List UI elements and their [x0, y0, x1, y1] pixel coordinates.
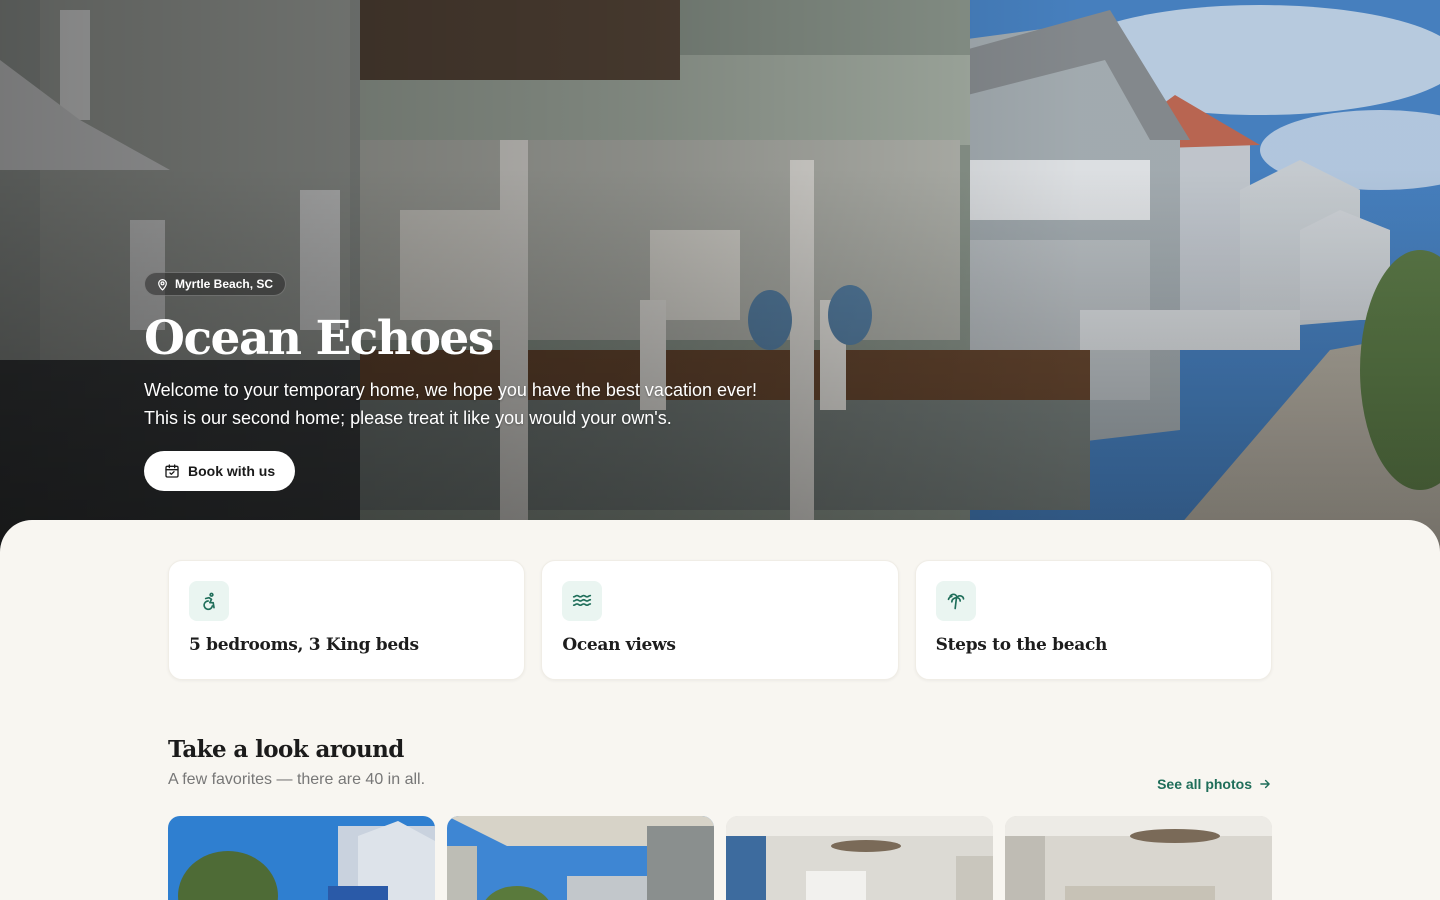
gallery-subtitle: A few favorites — there are 40 in all.	[168, 771, 426, 788]
hero-description-line2: This is our second home; please treat it…	[144, 408, 672, 428]
gallery-photo[interactable]	[1005, 816, 1272, 900]
gallery-photo[interactable]	[168, 816, 435, 900]
feature-icon-container	[562, 581, 603, 621]
feature-icon-container	[935, 581, 976, 621]
calendar-check-icon	[165, 464, 179, 478]
content-sheet: 5 bedrooms, 3 King beds Ocean views Step…	[0, 520, 1440, 900]
hero-description: Welcome to your temporary home, we hope …	[144, 376, 904, 432]
feature-label: Steps to the beach	[935, 635, 1108, 655]
property-title: Ocean Echoes	[144, 311, 494, 366]
hero-content: Myrtle Beach, SC Ocean Echoes Welcome to…	[144, 272, 904, 491]
feature-icon-container	[189, 581, 229, 621]
feature-label: Ocean views	[562, 635, 676, 655]
hero-description-line1: Welcome to your temporary home, we hope …	[144, 380, 757, 400]
gallery-photo[interactable]	[447, 816, 714, 900]
feature-label: 5 bedrooms, 3 King beds	[189, 635, 419, 655]
book-with-us-button[interactable]: Book with us	[144, 451, 296, 491]
gallery-title: Take a look around	[168, 736, 404, 763]
gallery-header: Take a look around A few favorites — the…	[168, 736, 1272, 792]
map-pin-icon	[158, 278, 167, 291]
feature-card-bedrooms: 5 bedrooms, 3 King beds	[168, 560, 526, 680]
see-all-photos-link[interactable]: See all photos	[1157, 776, 1272, 792]
location-badge: Myrtle Beach, SC	[144, 272, 287, 296]
feature-cards: 5 bedrooms, 3 King beds Ocean views Step…	[168, 560, 1272, 680]
location-text: Myrtle Beach, SC	[175, 277, 274, 291]
feature-card-beach: Steps to the beach	[914, 560, 1272, 680]
book-with-us-label: Book with us	[188, 463, 276, 479]
gallery-photo[interactable]	[726, 816, 993, 900]
accessibility-icon	[203, 592, 215, 611]
see-all-photos-label: See all photos	[1157, 776, 1252, 792]
waves-icon	[573, 594, 592, 606]
photo-gallery	[168, 816, 1272, 900]
palm-tree-icon	[947, 593, 964, 610]
arrow-right-icon	[1260, 779, 1270, 789]
hero-section: Myrtle Beach, SC Ocean Echoes Welcome to…	[0, 0, 1440, 560]
feature-card-ocean-views: Ocean views	[541, 560, 899, 680]
